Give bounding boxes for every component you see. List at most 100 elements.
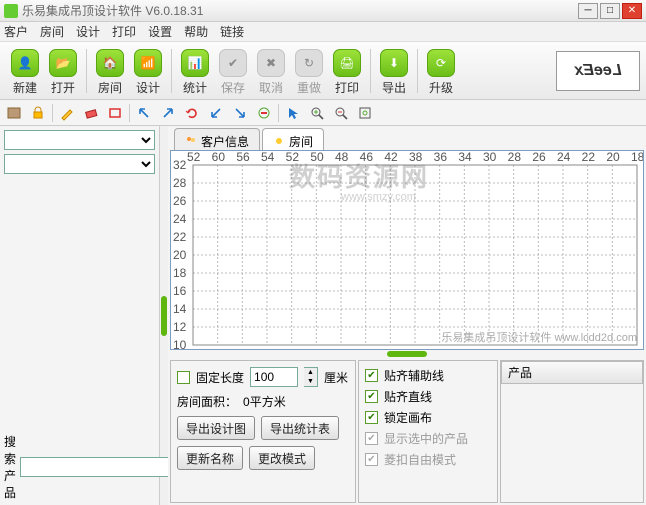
toolbar-取消-button[interactable]: ✖取消 [253,49,289,93]
export-design-button[interactable]: 导出设计图 [177,416,255,440]
change-mode-button[interactable]: 更改模式 [249,446,315,470]
maximize-button[interactable]: □ [600,3,620,19]
lock-icon[interactable] [28,103,48,123]
update-name-button[interactable]: 更新名称 [177,446,243,470]
svg-text:28: 28 [508,151,522,164]
svg-text:18: 18 [631,151,643,164]
minimize-button[interactable]: ─ [578,3,598,19]
sidebar-select-1[interactable] [4,130,155,150]
menu-link[interactable]: 链接 [220,23,244,40]
toolbar-label: 设计 [136,79,160,93]
menu-print[interactable]: 打印 [112,23,136,40]
snap-guide-label: 贴齐辅助线 [384,367,444,384]
close-button[interactable]: ✕ [622,3,642,19]
room-settings-panel: ✔ 固定长度 ▲▼ 厘米 房间面积： 0平方米 导出设计图 导出统计表 更新名称… [170,360,356,503]
snap-line-checkbox[interactable]: ✔ [365,390,378,403]
toolbar-打印-button[interactable]: 🖨 打印 [329,49,365,93]
sidebar-select-2[interactable] [4,154,155,174]
zoom-in-icon[interactable] [307,103,327,123]
svg-text:52: 52 [187,151,201,164]
统计-icon: 📊 [181,49,209,77]
toolbar-保存-button[interactable]: ✔ 保存 [215,49,251,93]
房间-icon: 🏠 [96,49,124,77]
lock-canvas-label: 锁定画布 [384,409,432,426]
menu-design[interactable]: 设计 [76,23,100,40]
show-selected-label: 显示选中的产品 [384,430,468,447]
lock-canvas-checkbox[interactable]: ✔ [365,411,378,424]
pencil-icon[interactable] [57,103,77,123]
app-icon [4,4,18,18]
book-icon[interactable] [4,103,24,123]
vertical-splitter[interactable] [160,126,168,505]
show-selected-checkbox[interactable]: ✔ [365,432,378,445]
toolbar-导出-button[interactable]: ⬇导出 [376,49,412,93]
svg-text:24: 24 [557,151,571,164]
free-mode-checkbox[interactable]: ✔ [365,453,378,466]
svg-text:16: 16 [173,284,187,298]
arrow-ne-icon[interactable] [158,103,178,123]
fixed-length-checkbox[interactable]: ✔ [177,371,190,384]
toolbar-label: 导出 [382,79,406,93]
svg-text:32: 32 [173,158,187,172]
watermark-sub: www.smzy.com [341,191,416,203]
svg-text:18: 18 [173,266,187,280]
export-stats-button[interactable]: 导出统计表 [261,416,339,440]
left-sidebar: 搜索产品 ▶ [0,126,160,505]
fixed-length-input[interactable] [250,367,298,387]
menu-customer[interactable]: 客户 [4,23,28,40]
fixed-length-spinner[interactable]: ▲▼ [304,367,318,387]
设计-icon: 📶 [134,49,162,77]
svg-text:28: 28 [173,176,187,190]
svg-text:60: 60 [212,151,226,164]
main-toolbar: 👤新建📂打开🏠房间📶设计📊统计✔保存✖取消↻重做🖨打印⬇导出⟳升级LeeEx [0,42,646,100]
watermark-footer: 乐易集成吊顶设计软件 www.lcdd2d.com [441,329,637,345]
menu-settings[interactable]: 设置 [148,23,172,40]
zoom-out-icon[interactable] [331,103,351,123]
toolbar-打开-button[interactable]: 📂打开 [45,49,81,93]
room-area-value: 0平方米 [243,393,286,410]
打印-icon: 🖨 [333,49,361,77]
search-input[interactable] [20,457,183,477]
升级-icon: ⟳ [427,49,455,77]
room-area-label: 房间面积： [177,393,237,410]
svg-text:30: 30 [483,151,497,164]
rect-icon[interactable] [105,103,125,123]
free-mode-label: 菱扣自由模式 [384,451,456,468]
watermark-main: 数码资源网 [289,157,429,194]
svg-text:22: 22 [173,230,187,244]
保存-icon: ✔ [219,49,247,77]
rotate-icon[interactable] [182,103,202,123]
svg-text:22: 22 [582,151,596,164]
fit-icon[interactable] [355,103,375,123]
circle-minus-icon[interactable] [254,103,274,123]
tab-label: 客户信息 [201,133,249,150]
snap-guide-checkbox[interactable]: ✔ [365,369,378,382]
toolbar-label: 保存 [221,79,245,93]
tab-customer-info[interactable]: 客户信息 [174,128,260,150]
horizontal-splitter[interactable] [168,350,646,358]
toolbar-房间-button[interactable]: 🏠房间 [92,49,128,93]
bottom-pane: ✔ 固定长度 ▲▼ 厘米 房间面积： 0平方米 导出设计图 导出统计表 更新名称… [168,358,646,505]
toolbar-label: 打印 [335,79,359,93]
tab-label: 房间 [289,133,313,150]
arrow-se-icon[interactable] [230,103,250,123]
design-canvas[interactable]: 3228262422201816141210526056545250484642… [170,150,644,350]
toolbar-升级-button[interactable]: ⟳升级 [423,49,459,93]
arrow-nw-icon[interactable] [134,103,154,123]
svg-text:26: 26 [532,151,546,164]
tab-room[interactable]: 房间 [262,128,324,150]
toolbar-重做-button[interactable]: ↻重做 [291,49,327,93]
arrow-sw-icon[interactable] [206,103,226,123]
toolbar-label: 重做 [297,79,321,93]
toolbar-统计-button[interactable]: 📊统计 [177,49,213,93]
svg-text:54: 54 [261,151,275,164]
tab-strip: 客户信息 房间 [168,126,646,150]
eraser-icon[interactable] [81,103,101,123]
toolbar-设计-button[interactable]: 📶 设计 [130,49,166,93]
cursor-icon[interactable] [283,103,303,123]
toolbar-separator [171,49,172,93]
toolbar-label: 新建 [13,79,37,93]
menu-help[interactable]: 帮助 [184,23,208,40]
menu-room[interactable]: 房间 [40,23,64,40]
toolbar-新建-button[interactable]: 👤新建 [7,49,43,93]
